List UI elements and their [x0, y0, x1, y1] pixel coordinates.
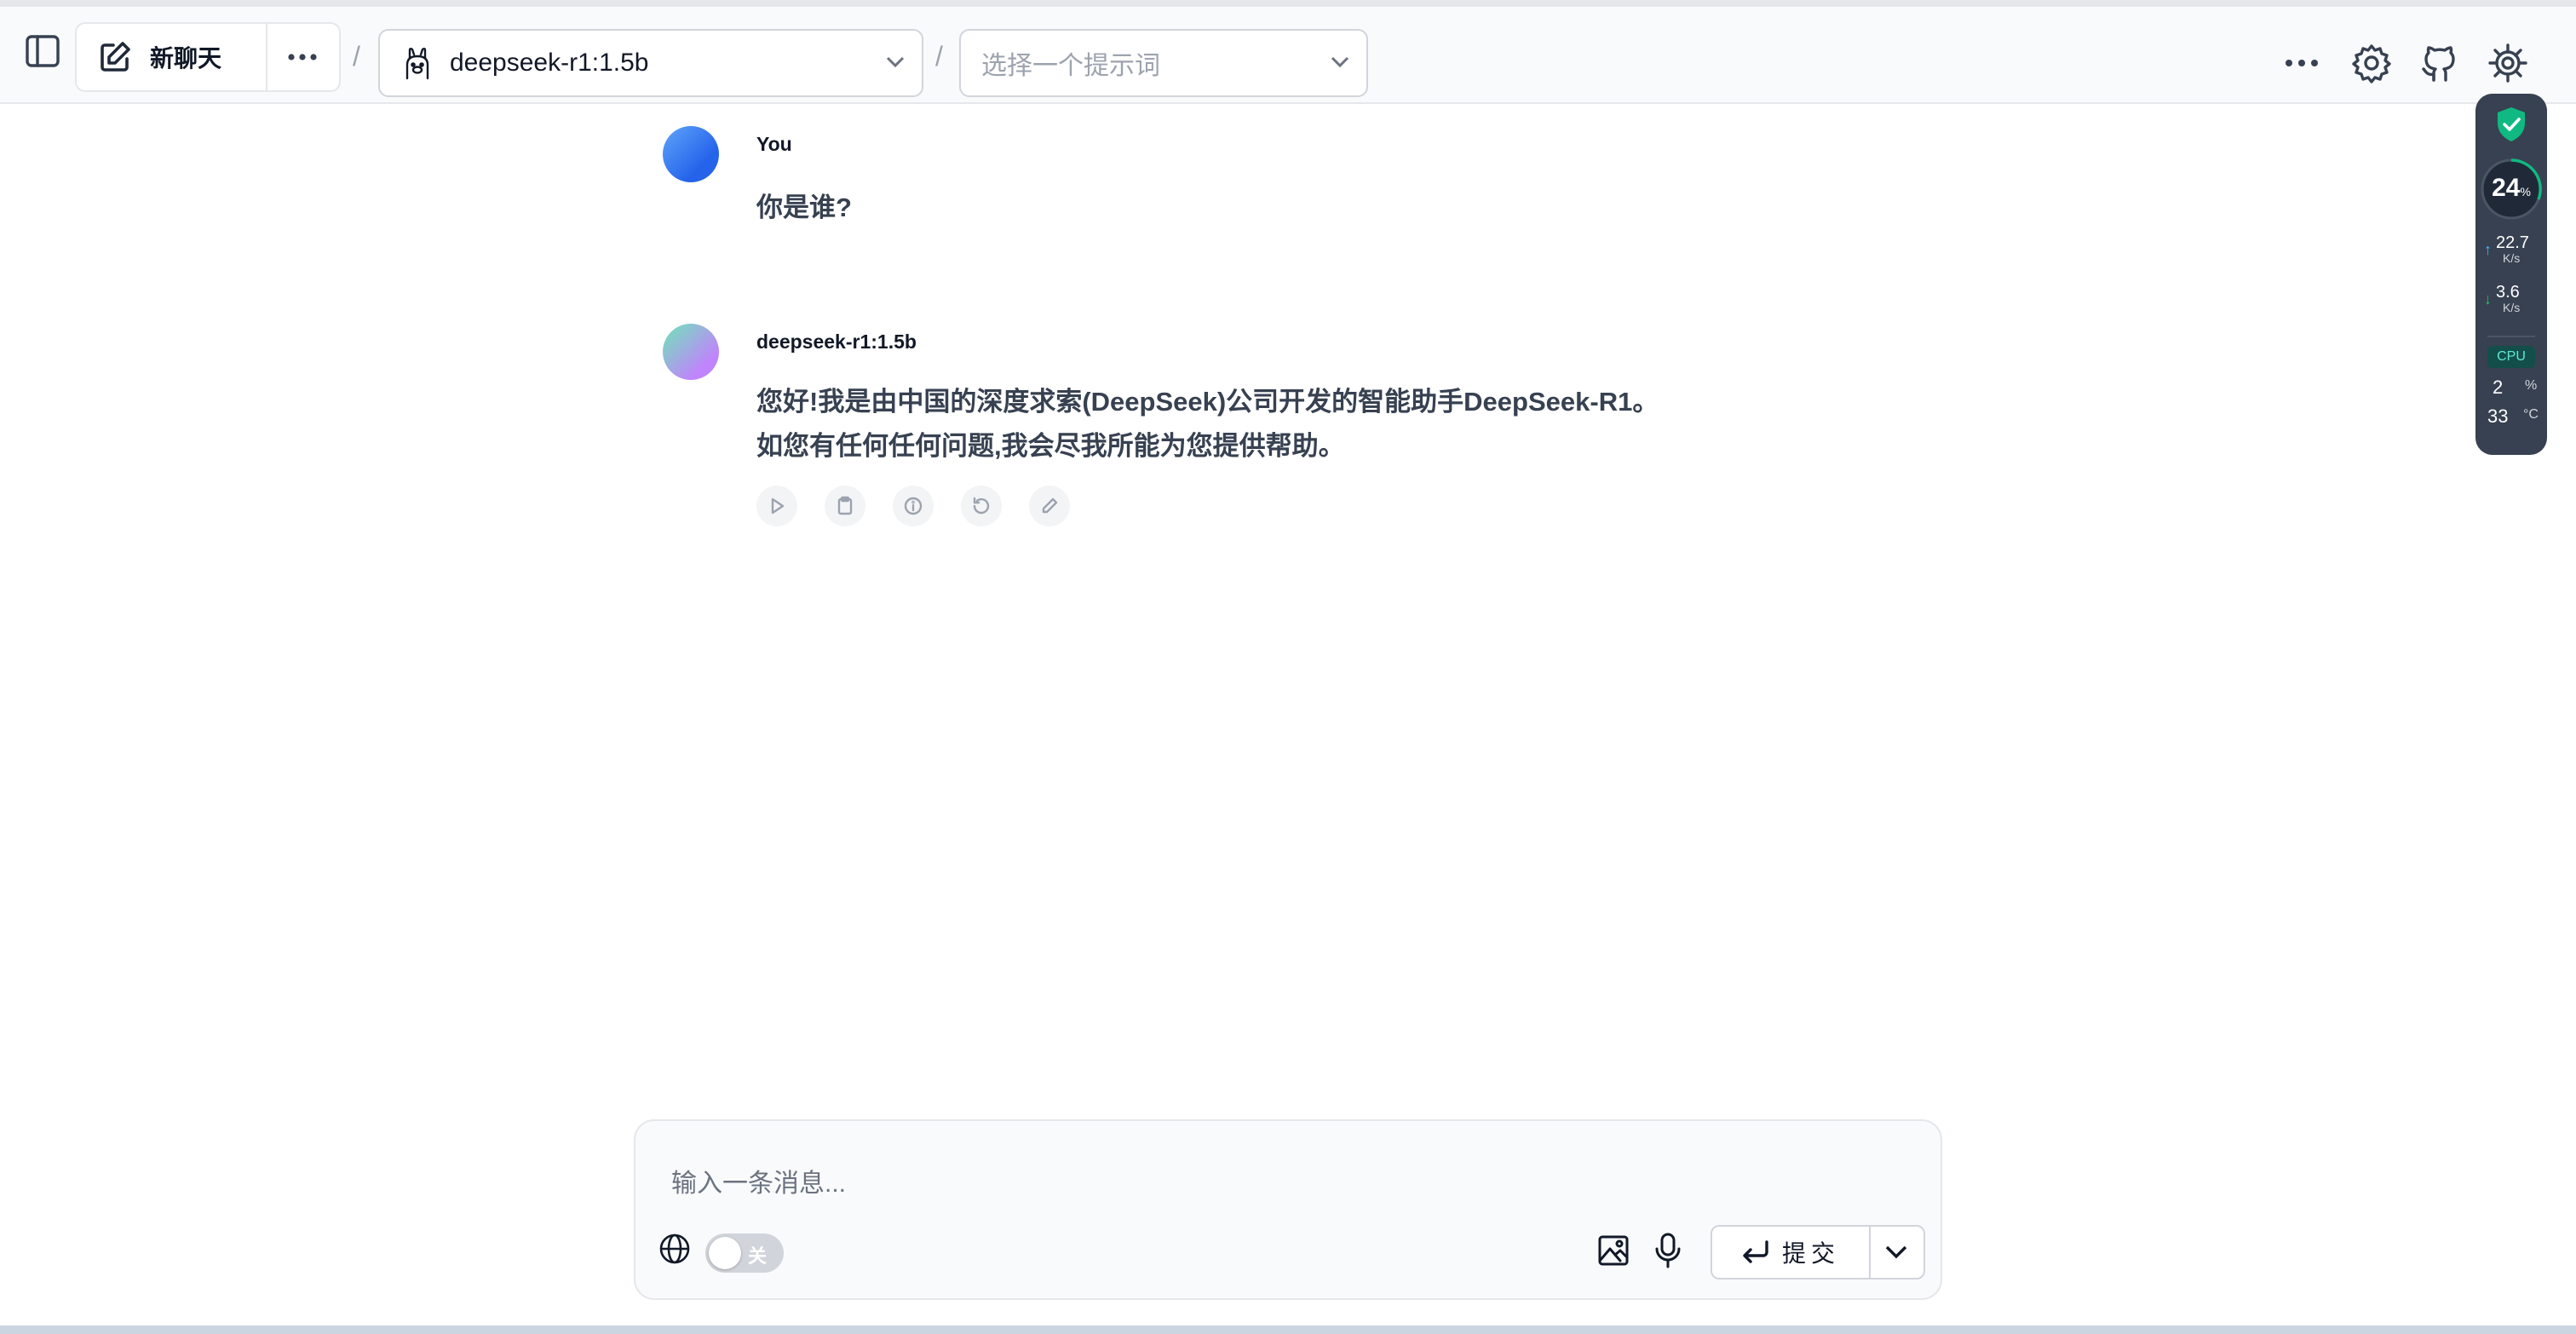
usage-percent: 24 — [2492, 174, 2521, 202]
window-bottom-border — [0, 1325, 2576, 1334]
submit-group: 提交 — [1711, 1225, 1925, 1279]
cpu-usage-value: 2 — [2493, 377, 2504, 398]
ellipsis-icon — [288, 54, 317, 60]
user-avatar — [663, 126, 719, 182]
sidebar-toggle-icon[interactable] — [20, 29, 65, 73]
chat-more-button[interactable] — [266, 24, 339, 90]
chevron-down-icon — [886, 56, 905, 72]
toggle-label: 关 — [748, 1245, 768, 1267]
usage-percent-unit: % — [2520, 185, 2531, 198]
web-search-toggle[interactable]: 关 — [705, 1233, 784, 1273]
edit-icon — [1042, 497, 1058, 514]
copy-icon — [837, 496, 853, 515]
submit-options-button[interactable] — [1869, 1227, 1923, 1278]
info-button[interactable] — [893, 486, 934, 526]
message-input[interactable]: 输入一条消息... — [671, 1162, 846, 1199]
new-chat-label: 新聊天 — [150, 45, 222, 72]
model-select[interactable]: deepseek-r1:1.5b — [378, 29, 923, 97]
settings-button[interactable] — [2484, 39, 2532, 87]
more-options-button[interactable] — [2276, 43, 2327, 83]
top-navbar: 新聊天 / deepseek-r1:1.5b / 选择一个提示词 — [0, 7, 2576, 104]
copy-button[interactable] — [825, 486, 865, 526]
upload-speed-unit: K/s — [2503, 251, 2521, 265]
github-icon — [2422, 46, 2455, 82]
system-monitor-widget[interactable]: 24% ↑ 22.7 K/s ↓ 3.6 K/s CPU 2 % 33 °C — [2475, 94, 2547, 455]
new-chat-button[interactable]: 新聊天 — [77, 24, 267, 90]
cpu-label: CPU — [2487, 346, 2535, 368]
upload-arrow-icon: ↑ — [2484, 241, 2492, 258]
edit-button[interactable] — [1029, 486, 1070, 526]
microphone-icon[interactable] — [1653, 1232, 1683, 1274]
assistant-avatar — [663, 324, 719, 380]
submit-label: 提交 — [1781, 1240, 1840, 1267]
message-author: deepseek-r1:1.5b — [756, 331, 917, 353]
download-speed-unit: K/s — [2503, 301, 2521, 314]
download-speed-value: 3.6 — [2496, 283, 2520, 302]
image-upload-icon[interactable] — [1596, 1233, 1630, 1272]
prompt-select-placeholder: 选择一个提示词 — [981, 52, 1160, 80]
ellipsis-icon — [2286, 60, 2318, 66]
memory-usage-gauge: 24% — [2479, 157, 2544, 221]
chevron-down-icon — [1331, 56, 1349, 72]
download-arrow-icon: ↓ — [2484, 290, 2492, 308]
cpu-temperature-value: 33 — [2487, 405, 2509, 427]
window-top-border — [0, 0, 2576, 7]
toggle-knob — [709, 1237, 741, 1269]
edit-icon — [101, 42, 130, 72]
user-message: 你是谁? — [756, 193, 852, 222]
regenerate-icon — [973, 497, 990, 515]
breadcrumb-separator: / — [935, 41, 943, 72]
enter-icon — [1743, 1240, 1768, 1263]
cpu-temperature-unit: °C — [2523, 407, 2539, 422]
prompt-select[interactable]: 选择一个提示词 — [959, 29, 1368, 97]
model-select-value: deepseek-r1:1.5b — [450, 49, 649, 77]
play-icon — [771, 497, 785, 515]
message-actions — [756, 486, 1097, 526]
message-author: You — [756, 133, 792, 155]
chevron-down-icon — [1885, 1245, 1907, 1259]
monitor-divider — [2487, 336, 2535, 337]
chat-controls: 新聊天 — [75, 22, 341, 92]
gear-icon — [2488, 43, 2527, 83]
cpu-usage-unit: % — [2525, 378, 2538, 393]
play-button[interactable] — [756, 486, 797, 526]
assistant-message-line: 您好!我是由中国的深度求索(DeepSeek)公司开发的智能助手DeepSeek… — [756, 387, 1659, 417]
breadcrumb-separator: / — [353, 41, 360, 72]
regenerate-button[interactable] — [961, 486, 1002, 526]
upload-speed-value: 22.7 — [2496, 233, 2529, 252]
assistant-message-line: 如您有任何任何问题,我会尽我所能为您提供帮助。 — [756, 431, 1345, 461]
llama-icon — [402, 46, 433, 80]
gear-icon — [2352, 44, 2391, 83]
submit-button[interactable]: 提交 — [1712, 1227, 1871, 1278]
globe-icon[interactable] — [658, 1232, 692, 1270]
shield-icon — [2494, 106, 2528, 147]
message-composer: 输入一条消息... 关 提交 — [634, 1119, 1942, 1300]
github-button[interactable] — [2416, 39, 2464, 87]
model-settings-button[interactable] — [2348, 39, 2395, 87]
info-icon — [904, 497, 923, 515]
